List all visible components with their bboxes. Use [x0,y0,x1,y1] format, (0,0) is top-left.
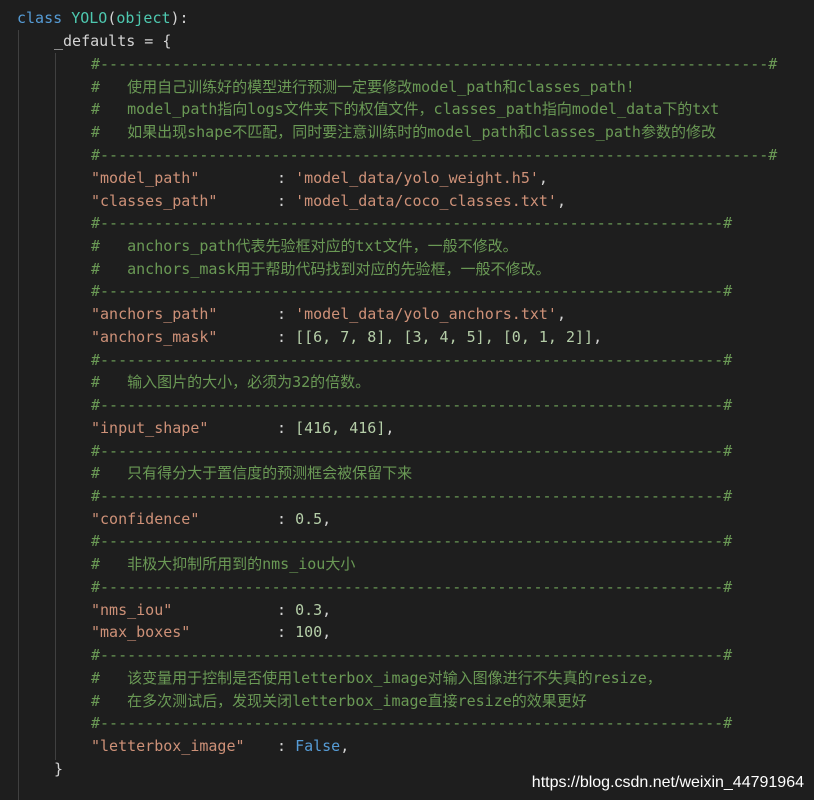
code-line-anchors-path-value: : 'model_data/yolo_anchors.txt', [277,303,797,326]
dict-value: [[6, 7, 8], [3, 4, 5], [0, 1, 2]] [295,328,594,346]
class-keyword: class [17,9,63,27]
colon: : [277,305,296,323]
code-line-defaults: _defaults = { [54,30,814,53]
comment-separator: #---------------------------------------… [91,442,733,460]
code-line-max-boxes-value: : 100, [277,621,797,644]
dict-key: "model_path" [91,169,200,187]
comment-line: # 使用自己训练好的模型进行预测一定要修改model_path和classes_… [91,78,635,96]
comment-line: # model_path指向logs文件夹下的权值文件，classes_path… [91,100,720,118]
colon: : [277,737,296,755]
code-line-classes-path-value: : 'model_data/coco_classes.txt', [277,190,797,213]
close-brace: } [54,760,64,778]
code-line-class-def: class YOLO(object): [17,7,814,30]
comma: , [385,419,395,437]
comment-separator: #---------------------------------------… [91,282,733,300]
comma: , [556,192,566,210]
comment-line: # 只有得分大于置信度的预测框会被保留下来 [91,464,413,482]
indent-guide [55,53,56,760]
colon: : [277,192,296,210]
colon: : [277,623,296,641]
dict-key: "max_boxes" [91,623,191,641]
code-editor[interactable]: class YOLO(object): _defaults = { #-----… [0,0,814,800]
comment-separator: #---------------------------------------… [91,578,733,596]
comma: , [340,737,350,755]
code-line-input-shape-value: : [416, 416], [277,417,797,440]
dict-key: "anchors_mask" [91,328,218,346]
dict-value: 100 [295,623,323,641]
comment-line: # 在多次测试后，发现关闭letterbox_image直接resize的效果更… [91,692,587,710]
comment-separator: #---------------------------------------… [91,55,778,73]
code-line-model-path-value: : 'model_data/yolo_weight.h5', [277,167,797,190]
defaults-name: _defaults [54,32,136,50]
dict-key: "classes_path" [91,192,218,210]
comma: , [322,623,332,641]
colon: : [277,328,296,346]
code-line-letterbox-value: : False, [277,735,797,758]
colon: : [277,169,296,187]
dict-key: "input_shape" [91,419,209,437]
indent-guide [18,30,19,800]
dict-value: [416, 416] [295,419,386,437]
dict-value: 0.3 [295,601,323,619]
colon: : [277,510,296,528]
comma: , [322,601,332,619]
colon: : [277,419,296,437]
dict-key: "confidence" [91,510,200,528]
comment-separator: #---------------------------------------… [91,214,733,232]
dict-key: "anchors_path" [91,305,218,323]
class-name: YOLO [71,9,108,27]
comment-separator: #---------------------------------------… [91,146,778,164]
paren-close: ): [170,9,189,27]
comment-line: # anchors_mask用于帮助代码找到对应的先验框，一般不修改。 [91,260,551,278]
comment-separator: #---------------------------------------… [91,532,733,550]
base-class: object [116,9,171,27]
comment-line: # 非极大抑制所用到的nms_iou大小 [91,555,356,573]
comment-separator: #---------------------------------------… [91,396,733,414]
code-line-confidence-value: : 0.5, [277,508,797,531]
watermark: https://blog.csdn.net/weixin_44791964 [531,774,804,791]
comment-line: # 输入图片的大小，必须为32的倍数。 [91,373,371,391]
comma: , [593,328,603,346]
comment-separator: #---------------------------------------… [91,487,733,505]
code-line-anchors-mask-value: : [[6, 7, 8], [3, 4, 5], [0, 1, 2]], [277,326,797,349]
dict-value: 'model_data/coco_classes.txt' [295,192,557,210]
dict-key: "letterbox_image" [91,737,245,755]
dict-value: False [295,737,341,755]
defaults-assign: = { [135,32,172,50]
colon: : [277,601,296,619]
code-line-nms-iou-value: : 0.3, [277,599,797,622]
comma: , [322,510,332,528]
dict-value: 'model_data/yolo_weight.h5' [295,169,539,187]
dict-value: 0.5 [295,510,323,528]
comment-line: # anchors_path代表先验框对应的txt文件，一般不修改。 [91,237,518,255]
comment-separator: #---------------------------------------… [91,714,733,732]
paren-open: ( [107,9,117,27]
comment-separator: #---------------------------------------… [91,351,733,369]
dict-value: 'model_data/yolo_anchors.txt' [295,305,557,323]
comma: , [556,305,566,323]
comma: , [538,169,548,187]
comment-line: # 该变量用于控制是否使用letterbox_image对输入图像进行不失真的r… [91,669,662,687]
dict-key: "nms_iou" [91,601,173,619]
comment-line: # 如果出现shape不匹配，同时要注意训练时的model_path和class… [91,123,716,141]
comment-separator: #---------------------------------------… [91,646,733,664]
